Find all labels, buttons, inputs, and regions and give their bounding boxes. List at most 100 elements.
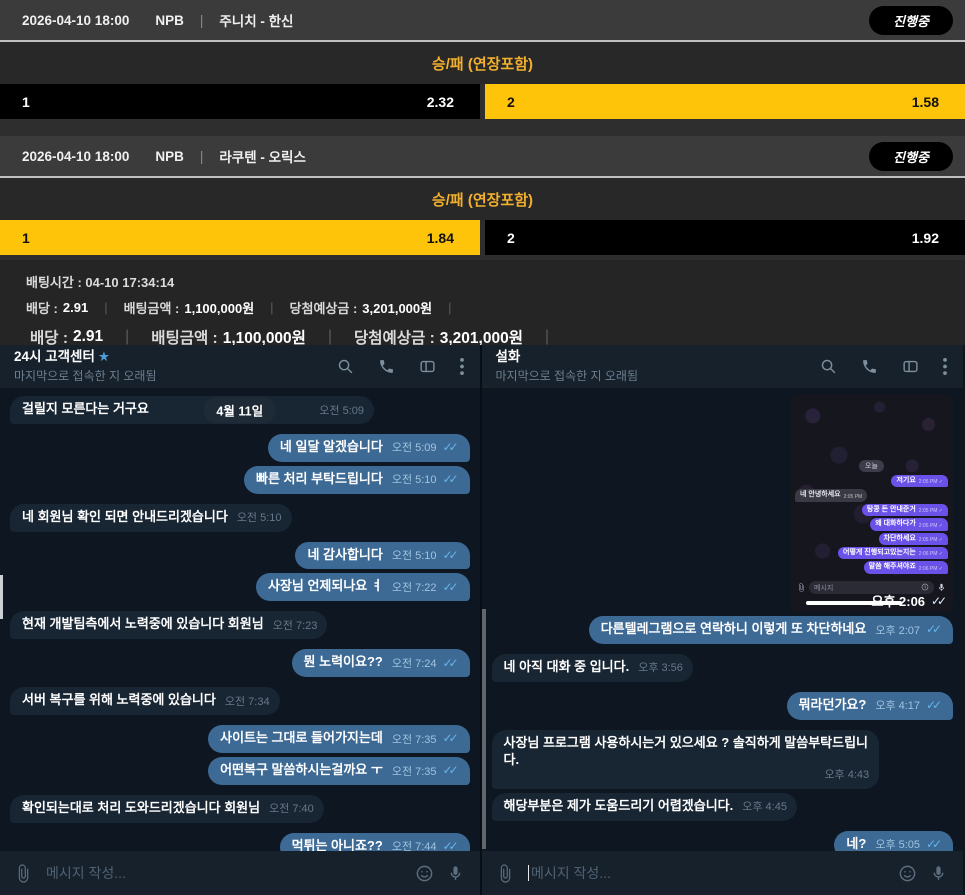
menu-kebab-icon[interactable] <box>460 358 464 375</box>
divider: | <box>125 328 129 346</box>
call-icon[interactable] <box>861 358 878 375</box>
message-text: 현재 개발팀측에서 노력중에 있습니다 회원님 <box>22 616 264 633</box>
mini-message-time: 2:05 PM ✓ <box>919 479 943 485</box>
message-meta: 오전 7:23 <box>273 619 318 633</box>
message-text: 뭔 노력이요?? <box>304 654 383 671</box>
search-icon[interactable] <box>820 358 837 375</box>
odds-label: 2 <box>507 94 515 110</box>
divider: | <box>545 328 549 346</box>
call-icon[interactable] <box>378 358 395 375</box>
chat-title: 24시 고객센터★ <box>14 349 156 365</box>
mini-message-time: 2:05 PM ✓ <box>919 537 943 543</box>
message-row: 먹튀는 아니죠??오전 7:44✓✓ <box>10 833 470 851</box>
incoming-message-bubble[interactable]: 현재 개발팀측에서 노력중에 있습니다 회원님 오전 7:23 <box>10 611 327 639</box>
message-input-bar[interactable]: 메시지 작성... <box>482 851 964 895</box>
split-view-icon[interactable] <box>419 358 436 375</box>
emoji-icon[interactable] <box>898 864 917 883</box>
message-meta: 오전 7:34 <box>225 695 270 709</box>
message-row: 빠른 처리 부탁드립니다오전 5:10✓✓ <box>10 466 470 494</box>
message-time: 오전 7:40 <box>269 802 314 816</box>
message-row: 네 감사합니다오전 5:10✓✓ <box>10 542 470 570</box>
microphone-icon[interactable] <box>447 864 464 883</box>
photo-message-time: 오후 2:06 ✓✓ <box>871 591 948 610</box>
message-text: 사이트는 그대로 들어가지는데 <box>220 730 383 747</box>
message-row: 서버 복구를 위해 노력중에 있습니다오전 7:34 <box>10 687 470 715</box>
split-view-icon[interactable] <box>902 358 919 375</box>
message-meta: 오전 7:44✓✓ <box>392 839 460 851</box>
divider: | <box>104 300 107 315</box>
message-row: 뭐라던가요?오후 4:17✓✓ <box>492 692 954 720</box>
bet-summary-row: 배당 : 2.91 | 배팅금액 : 1,100,000원 | 당첨예상금 : … <box>26 298 965 317</box>
message-input-bar[interactable]: 메시지 작성... <box>0 851 480 895</box>
odds-row: 1 1.84 2 1.92 <box>0 220 965 255</box>
mini-message-text: 탕콩 돈 안내준거 <box>867 506 916 514</box>
scrollbar-thumb[interactable] <box>0 575 3 619</box>
outgoing-message-bubble[interactable]: 다른텔레그램으로 연락하니 이렇게 또 차단하네요오후 2:07✓✓ <box>589 616 953 644</box>
message-time: 오후 4:45 <box>742 800 787 814</box>
message-time: 오전 7:35 <box>392 733 437 747</box>
photo-message-thumbnail[interactable]: 오늘저기요2:05 PM ✓네 안녕하세요2:05 PM탕콩 돈 안내준거2:0… <box>790 394 953 612</box>
outgoing-message-bubble[interactable]: 뭐라던가요?오후 4:17✓✓ <box>787 692 953 720</box>
microphone-icon[interactable] <box>930 864 947 883</box>
mini-outgoing-bubble: 차단하세요2:05 PM ✓ <box>879 533 948 545</box>
incoming-message-bubble[interactable]: 해당부분은 제가 도움드리기 어렵겠습니다.오후 4:45 <box>492 793 797 821</box>
outgoing-message-bubble[interactable]: 어떤복구 말씀하시는걸까요 ㅜ오전 7:35✓✓ <box>208 757 469 785</box>
scrollbar[interactable] <box>482 609 486 849</box>
outgoing-message-bubble[interactable]: 빠른 처리 부탁드립니다오전 5:10✓✓ <box>244 466 470 494</box>
read-checks-icon: ✓✓ <box>437 763 460 779</box>
market-title: 승/패 (연장포함) <box>0 178 965 220</box>
message-row: 오늘저기요2:05 PM ✓네 안녕하세요2:05 PM탕콩 돈 안내준거2:0… <box>492 394 954 612</box>
message-text: 사장님 프로그램 사용하시는거 있으세요 ? 솔직하게 말씀부탁드립니다. <box>504 735 870 769</box>
incoming-message-bubble[interactable]: 걸릴지 모른다는 거구요 오전 5:09 <box>10 396 374 424</box>
message-row: 네 아직 대화 중 입니다.오후 3:56 <box>492 654 954 682</box>
odds-option-1[interactable]: 1 2.32 <box>0 84 480 119</box>
outgoing-message-bubble[interactable]: 네 일달 알겠습니다오전 5:09✓✓ <box>268 434 470 462</box>
message-text: 확인되는대로 처리 도와드리겠습니다 회원님 <box>22 800 260 817</box>
mini-outgoing-bubble: 말씀 해주셔야죠2:06 PM ✓ <box>864 561 948 573</box>
incoming-message-bubble[interactable]: 네 회원님 확인 되면 안내드리겠습니다오전 5:10 <box>10 504 292 532</box>
outgoing-message-bubble[interactable]: 사이트는 그대로 들어가지는데오전 7:35✓✓ <box>208 725 469 753</box>
incoming-message-bubble[interactable]: 확인되는대로 처리 도와드리겠습니다 회원님 오전 7:40 <box>10 795 324 823</box>
message-text: 어떤복구 말씀하시는걸까요 ㅜ <box>220 762 383 779</box>
message-time: 오전 7:23 <box>273 619 318 633</box>
odds-option-2[interactable]: 2 1.92 <box>485 220 965 255</box>
mini-message-row: 저기요2:05 PM ✓ <box>795 475 948 487</box>
outgoing-message-bubble[interactable]: 네?오후 5:05✓✓ <box>834 831 953 851</box>
chat-header[interactable]: 설화 마지막으로 접속한 지 오래됨 <box>482 345 964 389</box>
mini-message-row: 탕콩 돈 안내준거2:05 PM ✓ <box>795 504 948 516</box>
search-icon[interactable] <box>337 358 354 375</box>
outgoing-message-bubble[interactable]: 뭔 노력이요??오전 7:24✓✓ <box>292 649 470 677</box>
incoming-message-bubble[interactable]: 서버 복구를 위해 노력중에 있습니다오전 7:34 <box>10 687 280 715</box>
message-text: 걸릴지 모른다는 거구요 <box>22 401 149 418</box>
incoming-message-bubble[interactable]: 사장님 프로그램 사용하시는거 있으세요 ? 솔직하게 말씀부탁드립니다.오후 … <box>492 730 880 789</box>
mini-message-time: 2:06 PM ✓ <box>919 551 943 557</box>
mini-message-text: 왜 대화하다가 <box>875 520 916 528</box>
message-text: 다른텔레그램으로 연락하니 이렇게 또 차단하네요 <box>601 621 867 638</box>
match-header-bar: 2026-04-10 18:00 NPB | 라쿠텐 - 오릭스 진행중 <box>0 136 965 178</box>
odds-option-1-selected[interactable]: 1 1.84 <box>0 220 480 255</box>
message-list[interactable]: 걸릴지 모른다는 거구요 오전 5:09 4월 11일네 일달 알겠습니다오전 5:… <box>0 389 480 851</box>
outgoing-message-bubble[interactable]: 사장님 언제되나요 ㅕ오전 7:22✓✓ <box>256 573 470 601</box>
message-row: 네 회원님 확인 되면 안내드리겠습니다오전 5:10 <box>10 504 470 532</box>
read-checks-icon: ✓✓ <box>437 440 460 456</box>
payout-value: 3,201,000원 <box>362 298 432 317</box>
attach-icon[interactable] <box>14 864 33 883</box>
emoji-icon[interactable] <box>415 864 434 883</box>
attach-icon[interactable] <box>496 864 515 883</box>
message-meta: 오전 5:10✓✓ <box>392 548 460 564</box>
message-row: 다른텔레그램으로 연락하니 이렇게 또 차단하네요오후 2:07✓✓ <box>492 616 954 644</box>
outgoing-message-bubble[interactable]: 네 감사합니다오전 5:10✓✓ <box>295 542 469 570</box>
message-list[interactable]: 오늘저기요2:05 PM ✓네 안녕하세요2:05 PM탕콩 돈 안내준거2:0… <box>482 389 964 851</box>
menu-kebab-icon[interactable] <box>943 358 947 375</box>
outgoing-message-bubble[interactable]: 먹튀는 아니죠??오전 7:44✓✓ <box>280 833 470 851</box>
chat-title: 설화 <box>496 349 638 365</box>
incoming-message-bubble[interactable]: 네 아직 대화 중 입니다.오후 3:56 <box>492 654 693 682</box>
date-chip: 4월 11일 <box>203 396 276 423</box>
message-input[interactable]: 메시지 작성... <box>528 863 886 883</box>
chat-header[interactable]: 24시 고객센터★ 마지막으로 접속한 지 오래됨 <box>0 345 480 389</box>
match-status-badge: 진행중 <box>869 6 953 35</box>
odds-option-2-selected[interactable]: 2 1.58 <box>485 84 965 119</box>
mini-message-text: 어떻게 진행되고있는지는 <box>843 549 916 557</box>
message-time: 오전 5:09 <box>319 404 364 418</box>
message-input[interactable]: 메시지 작성... <box>46 863 402 883</box>
